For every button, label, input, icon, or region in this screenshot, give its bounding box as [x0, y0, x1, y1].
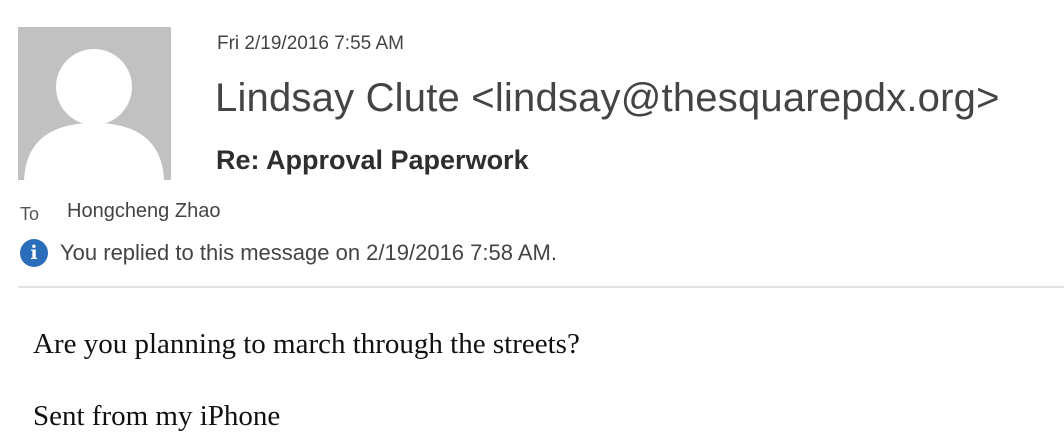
person-icon	[24, 49, 164, 180]
info-icon: i	[20, 239, 48, 267]
sender-avatar[interactable]	[18, 27, 171, 180]
reply-info-bar: i You replied to this message on 2/19/20…	[20, 238, 557, 268]
to-label: To	[20, 204, 40, 224]
message-body-line: Are you planning to march through the st…	[33, 328, 580, 360]
message-subject: Re: Approval Paperwork	[216, 145, 529, 175]
recipient-name[interactable]: Hongcheng Zhao	[67, 200, 220, 223]
header-divider	[18, 286, 1064, 288]
reply-notice-text: You replied to this message on 2/19/2016…	[60, 240, 557, 265]
message-date: Fri 2/19/2016 7:55 AM	[217, 33, 404, 54]
sender-name[interactable]: Lindsay Clute <lindsay@thesquarepdx.org>	[215, 76, 1000, 121]
message-signature: Sent from my iPhone	[33, 400, 281, 432]
